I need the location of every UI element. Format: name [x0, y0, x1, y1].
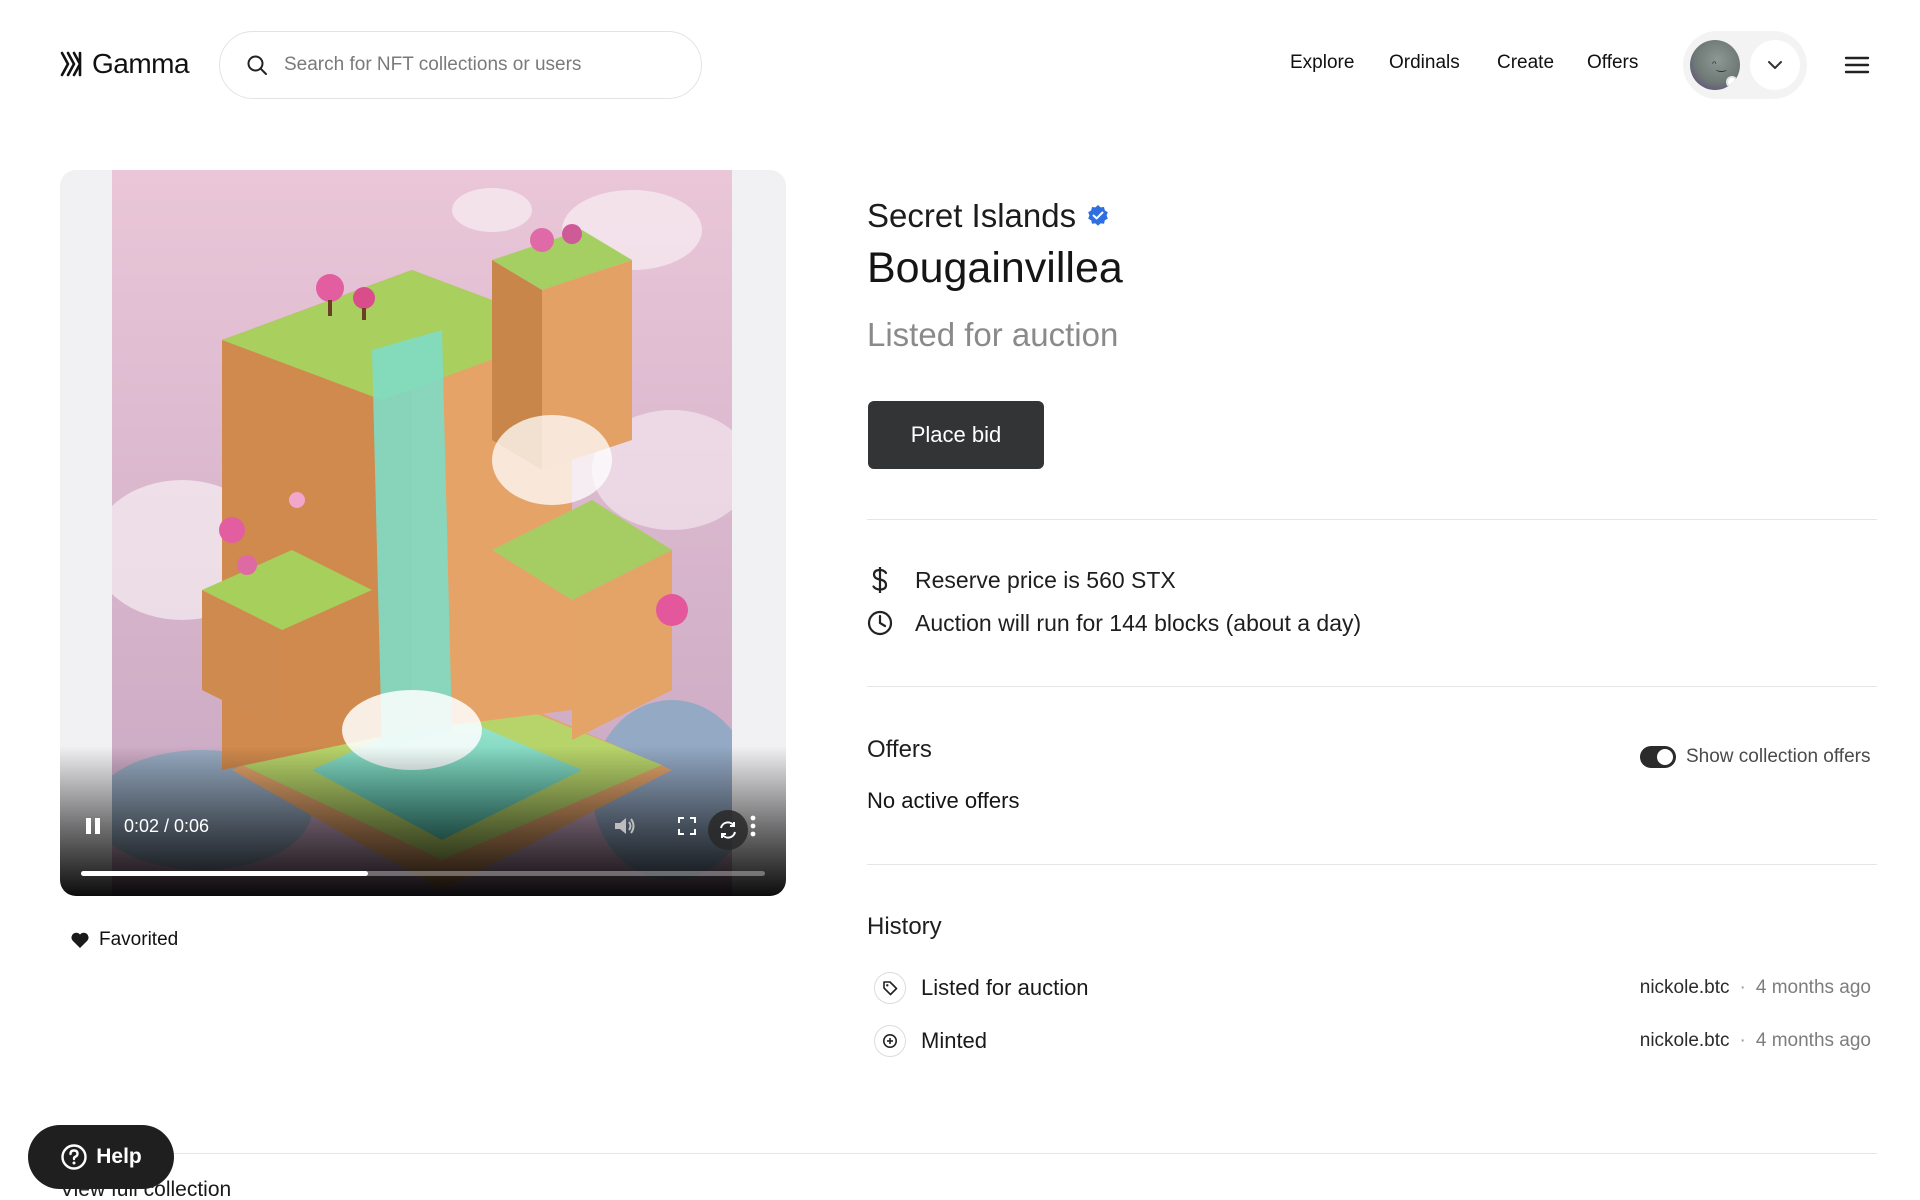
divider: [867, 864, 1877, 865]
no-offers-text: No active offers: [867, 788, 1020, 813]
verified-badge-icon: [1088, 205, 1108, 226]
collection-link[interactable]: Secret Islands: [867, 197, 1110, 235]
video-controls: 0:02 / 0:06: [60, 746, 786, 896]
toggle-switch[interactable]: [1640, 746, 1676, 768]
history-event-label: Minted: [921, 1028, 988, 1053]
history-heading: History: [867, 913, 942, 940]
listing-status: Listed for auction: [867, 316, 1119, 353]
nav-explore[interactable]: Explore: [1290, 52, 1354, 74]
collection-offers-toggle[interactable]: Show collection offers: [1640, 746, 1870, 768]
dollar-icon: [872, 567, 888, 593]
history-event-label: Listed for auction: [921, 975, 1089, 1000]
fullscreen-icon[interactable]: [677, 816, 697, 836]
help-label: Help: [96, 1145, 142, 1168]
toggle-knob: [1657, 749, 1673, 765]
history-user-link[interactable]: nickole.btc: [1640, 977, 1730, 999]
auction-duration-row: Auction will run for 144 blocks (about a…: [867, 609, 1361, 637]
favorite-label: Favorited: [99, 929, 179, 950]
loop-button[interactable]: [708, 810, 748, 850]
favorite-button[interactable]: Favorited: [70, 929, 178, 951]
tag-icon: [874, 972, 906, 1004]
offers-heading: Offers: [867, 736, 932, 763]
reserve-price-text: Reserve price is 560 STX: [915, 566, 1176, 593]
plus-circle-icon: [874, 1025, 906, 1057]
toggle-label: Show collection offers: [1686, 746, 1871, 767]
pause-icon[interactable]: [82, 815, 104, 837]
auction-duration-text: Auction will run for 144 blocks (about a…: [915, 609, 1362, 636]
logo-text: Gamma: [92, 48, 190, 79]
history-user-link[interactable]: nickole.btc: [1640, 1030, 1730, 1052]
gamma-logo-icon: [60, 51, 82, 77]
nav-ordinals[interactable]: Ordinals: [1389, 52, 1460, 74]
history-meta: nickole.btc · 4 months ago: [1640, 977, 1871, 999]
hamburger-menu-button[interactable]: [1843, 51, 1871, 79]
avatar-status-dot: [1726, 76, 1738, 88]
hamburger-icon: [1844, 56, 1870, 74]
gamma-logo[interactable]: Gamma: [60, 48, 190, 80]
nav-create[interactable]: Create: [1497, 52, 1554, 74]
search-icon: [247, 55, 267, 75]
chevron-down-icon: [1768, 61, 1782, 69]
search-bar[interactable]: [219, 31, 702, 99]
reserve-price-row: Reserve price is 560 STX: [867, 566, 1176, 594]
token-title: Bougainvillea: [867, 244, 1123, 292]
volume-icon[interactable]: [612, 814, 638, 838]
history-separator: ·: [1739, 1030, 1746, 1051]
nav-offers[interactable]: Offers: [1587, 52, 1638, 74]
nft-media-player[interactable]: 0:02 / 0:06: [60, 170, 786, 896]
top-header: Gamma Explore Ordinals Create Offers ᵔ‿: [0, 0, 1920, 130]
avatar-face-icon: ᵔ‿: [1712, 58, 1727, 72]
refresh-icon: [720, 821, 736, 839]
collection-name: Secret Islands: [867, 197, 1077, 234]
divider: [867, 519, 1877, 520]
more-vertical-icon[interactable]: [749, 814, 757, 838]
history-row: Minted nickole.btc · 4 months ago: [874, 1021, 1876, 1061]
video-progress-fill: [81, 871, 369, 876]
history-row: Listed for auction nickole.btc · 4 month…: [874, 968, 1876, 1008]
history-separator: ·: [1739, 977, 1746, 998]
help-circle-icon: [61, 1144, 87, 1170]
help-button[interactable]: Help: [28, 1125, 174, 1189]
search-input[interactable]: [284, 54, 664, 76]
video-progress-bar[interactable]: [81, 871, 765, 876]
divider: [867, 686, 1877, 687]
video-time-readout: 0:02 / 0:06: [124, 816, 210, 836]
heart-icon: [71, 932, 89, 948]
history-time: 4 months ago: [1755, 977, 1871, 998]
divider: [60, 1153, 1877, 1154]
history-meta: nickole.btc · 4 months ago: [1640, 1030, 1871, 1052]
user-menu[interactable]: ᵔ‿: [1683, 31, 1807, 99]
place-bid-button[interactable]: Place bid: [868, 401, 1044, 469]
user-menu-toggle[interactable]: [1750, 40, 1800, 90]
clock-icon: [867, 610, 893, 636]
avatar[interactable]: ᵔ‿: [1690, 40, 1740, 90]
history-time: 4 months ago: [1755, 1030, 1871, 1051]
